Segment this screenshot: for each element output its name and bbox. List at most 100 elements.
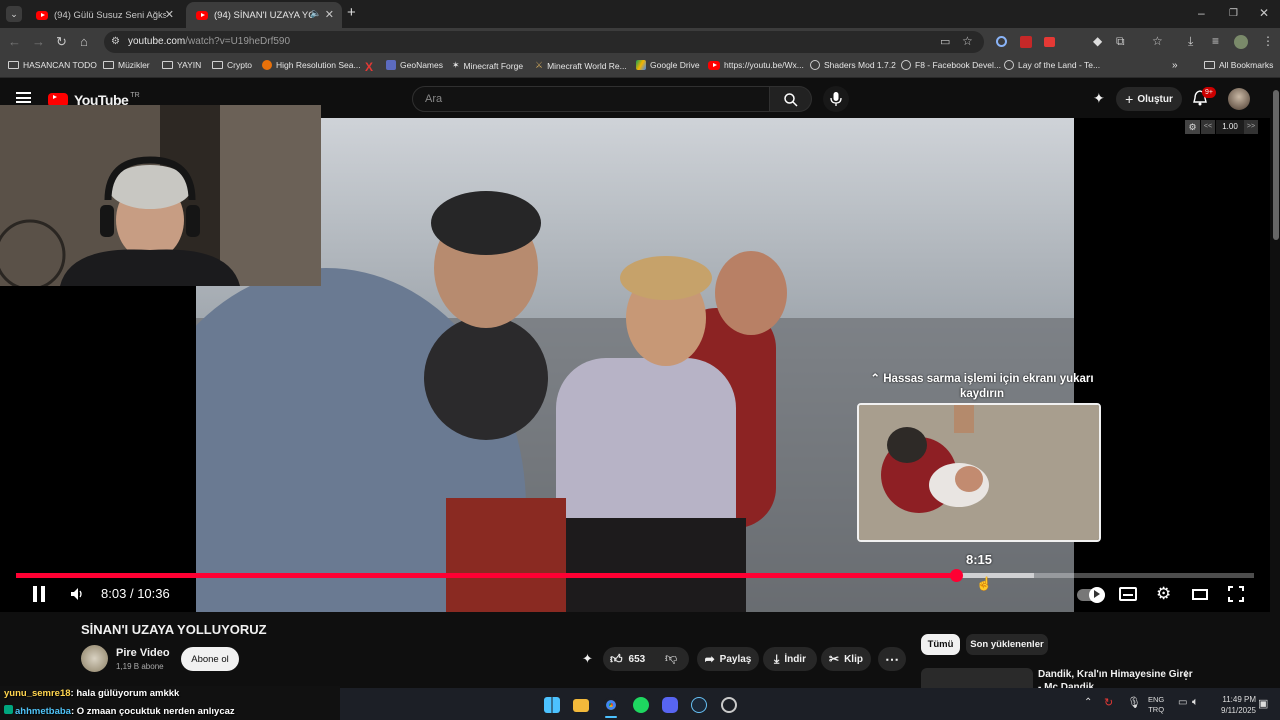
fullscreen-button[interactable] — [1228, 586, 1244, 607]
window-close-icon[interactable]: ✕ — [1259, 6, 1269, 20]
like-button[interactable]: 👍︎ 653 — [610, 652, 645, 667]
file-explorer-icon[interactable] — [573, 699, 589, 712]
search-input[interactable]: Ara — [412, 86, 770, 112]
menu-icon[interactable] — [16, 92, 31, 103]
bookmark-item[interactable]: HASANCAN TODO — [8, 60, 97, 70]
minimize-icon[interactable]: – — [1198, 6, 1205, 20]
clock[interactable]: 11:49 PM 9/11/2025 — [1208, 694, 1256, 716]
windows-start-icon[interactable] — [544, 697, 560, 713]
time-separator: / — [129, 586, 134, 601]
reload-icon[interactable]: ↻ — [56, 34, 67, 50]
subscribe-button[interactable]: Abone ol — [181, 647, 239, 671]
spotify-icon[interactable] — [633, 697, 649, 713]
home-icon[interactable]: ⌂ — [80, 34, 88, 50]
filter-chip-all[interactable]: Tümü — [921, 634, 960, 655]
network-icon[interactable]: ▭ — [1178, 697, 1187, 708]
extension-puzzle-icon[interactable]: ✦ — [1093, 90, 1105, 107]
extension-icon[interactable] — [996, 36, 1007, 47]
tab-title: (94) SİNAN'I UZAYA YOLLUYORUZ — [214, 9, 312, 21]
speed-faster-button[interactable]: >> — [1244, 120, 1258, 134]
url-path: /watch?v=U19heDrf590 — [185, 36, 291, 47]
tab-search-button[interactable]: ⌄ — [6, 6, 22, 22]
bookmark-item[interactable]: High Resolution Sea... — [262, 60, 361, 70]
speed-settings-icon[interactable]: ⚙ — [1185, 120, 1200, 134]
tray-app-icon[interactable]: ↻ — [1104, 696, 1113, 709]
bookmarks-icon[interactable]: ☆ — [1152, 34, 1163, 48]
back-icon[interactable]: ← — [8, 34, 21, 50]
extension-icon[interactable] — [1044, 37, 1055, 47]
preview-image — [859, 405, 1099, 540]
tray-mic-icon[interactable]: 🎙︎ — [1127, 696, 1141, 709]
all-bookmarks[interactable]: All Bookmarks — [1204, 60, 1273, 70]
bookmark-item[interactable]: Shaders Mod 1.7.2 — [810, 60, 896, 70]
forward-icon[interactable]: → — [32, 34, 45, 50]
tray-chevron-icon[interactable]: ⌃ — [1084, 697, 1092, 708]
page-scrollbar[interactable] — [1272, 80, 1280, 688]
discord-icon[interactable] — [662, 697, 678, 713]
tab-2[interactable]: (94) SİNAN'I UZAYA YOLLUYORUZ 🔈 ✕ — [186, 2, 342, 28]
account-avatar[interactable] — [1228, 88, 1250, 110]
downloads-icon[interactable]: ⤓ — [1188, 34, 1193, 49]
notification-center-icon[interactable]: ▣ — [1258, 697, 1268, 710]
site-info-icon[interactable]: ⚙ — [111, 36, 120, 47]
bookmark-item[interactable]: ✶ Minecraft Forge — [452, 60, 523, 71]
subtitles-button[interactable] — [1119, 587, 1137, 601]
extension-icon[interactable] — [1020, 36, 1032, 48]
bookmark-item[interactable]: Crypto — [212, 60, 252, 70]
download-button[interactable]: ⤓ İndir — [763, 647, 817, 671]
extension-action-icon[interactable]: ✦ — [582, 651, 593, 667]
bookmark-item[interactable]: https://youtu.be/Wx... — [708, 60, 804, 70]
extension-icon[interactable]: ◆ — [1093, 34, 1102, 48]
related-video-title[interactable]: Dandik, Kral'ın Himayesine Girer — [1038, 669, 1193, 680]
restore-icon[interactable]: ❐ — [1229, 8, 1238, 19]
app-icon[interactable] — [721, 697, 737, 713]
bookmark-item[interactable]: YAYIN — [162, 60, 201, 70]
profile-avatar[interactable] — [1234, 35, 1248, 49]
voice-search-button[interactable] — [823, 86, 849, 112]
more-actions-button[interactable]: ⋯ — [878, 647, 906, 671]
related-more-icon[interactable]: ⋮ — [1180, 668, 1192, 682]
new-tab-button[interactable]: + — [347, 4, 356, 21]
channel-avatar[interactable] — [81, 645, 108, 672]
bookmark-item[interactable]: Müzikler — [103, 60, 150, 70]
extensions-puzzle-icon[interactable]: ⧉ — [1116, 34, 1125, 49]
browser-menu-icon[interactable]: ⋮ — [1262, 34, 1274, 48]
pause-button[interactable] — [32, 586, 46, 607]
bookmark-star-icon[interactable]: ☆ — [962, 34, 973, 48]
media-icon[interactable]: ≡ — [1212, 34, 1219, 48]
notifications-button[interactable]: 9+ — [1193, 87, 1216, 111]
clip-button[interactable]: ✂ Klip — [821, 647, 871, 671]
speed-slower-button[interactable]: << — [1201, 120, 1215, 134]
bookmarks-overflow-icon[interactable]: » — [1172, 60, 1178, 71]
dislike-button[interactable]: 👎︎ — [665, 651, 677, 666]
settings-button[interactable]: ⚙ — [1156, 584, 1171, 604]
bookmark-item[interactable]: Lay of the Land - Te... — [1004, 60, 1100, 70]
share-button[interactable]: ➦ Paylaş — [697, 647, 759, 671]
bookmark-item[interactable]: ⚔ Minecraft World Re... — [535, 60, 627, 71]
related-video-thumbnail[interactable] — [921, 668, 1033, 690]
speaker-icon[interactable]: 🔈︎ — [1192, 696, 1199, 709]
tab-close-icon[interactable]: ✕ — [165, 8, 174, 21]
search-button[interactable] — [770, 86, 812, 112]
channel-name[interactable]: Pire Video — [116, 647, 170, 659]
tab-close-icon[interactable]: ✕ — [325, 8, 334, 21]
filter-chip-recent[interactable]: Son yüklenenler — [966, 634, 1048, 655]
scrollbar-thumb[interactable] — [1273, 90, 1279, 240]
chat-username: yunu_semre18 — [4, 688, 71, 699]
bookmark-item[interactable]: F8 - Facebook Devel... — [901, 60, 1001, 70]
cast-icon[interactable]: ▭ — [940, 35, 950, 48]
chrome-icon[interactable] — [603, 697, 619, 713]
tab-1[interactable]: (94) Gülü Susuz Seni Ağksız Bıra ✕ — [26, 2, 182, 28]
bookmark-item[interactable]: GeoNames — [386, 60, 443, 70]
bookmark-label: Minecraft World Re... — [547, 60, 627, 71]
create-button[interactable]: + Oluştur — [1116, 87, 1182, 111]
language-indicator[interactable]: ENG TRQ — [1148, 695, 1164, 715]
mic-icon — [830, 92, 842, 106]
steam-icon[interactable] — [691, 697, 707, 713]
autoplay-toggle[interactable] — [1077, 587, 1105, 603]
audio-icon[interactable]: 🔈 — [310, 8, 321, 19]
volume-button[interactable] — [70, 587, 84, 606]
theater-mode-button[interactable] — [1192, 589, 1208, 600]
bookmark-item[interactable]: X — [365, 60, 373, 74]
bookmark-item[interactable]: Google Drive — [636, 60, 700, 70]
